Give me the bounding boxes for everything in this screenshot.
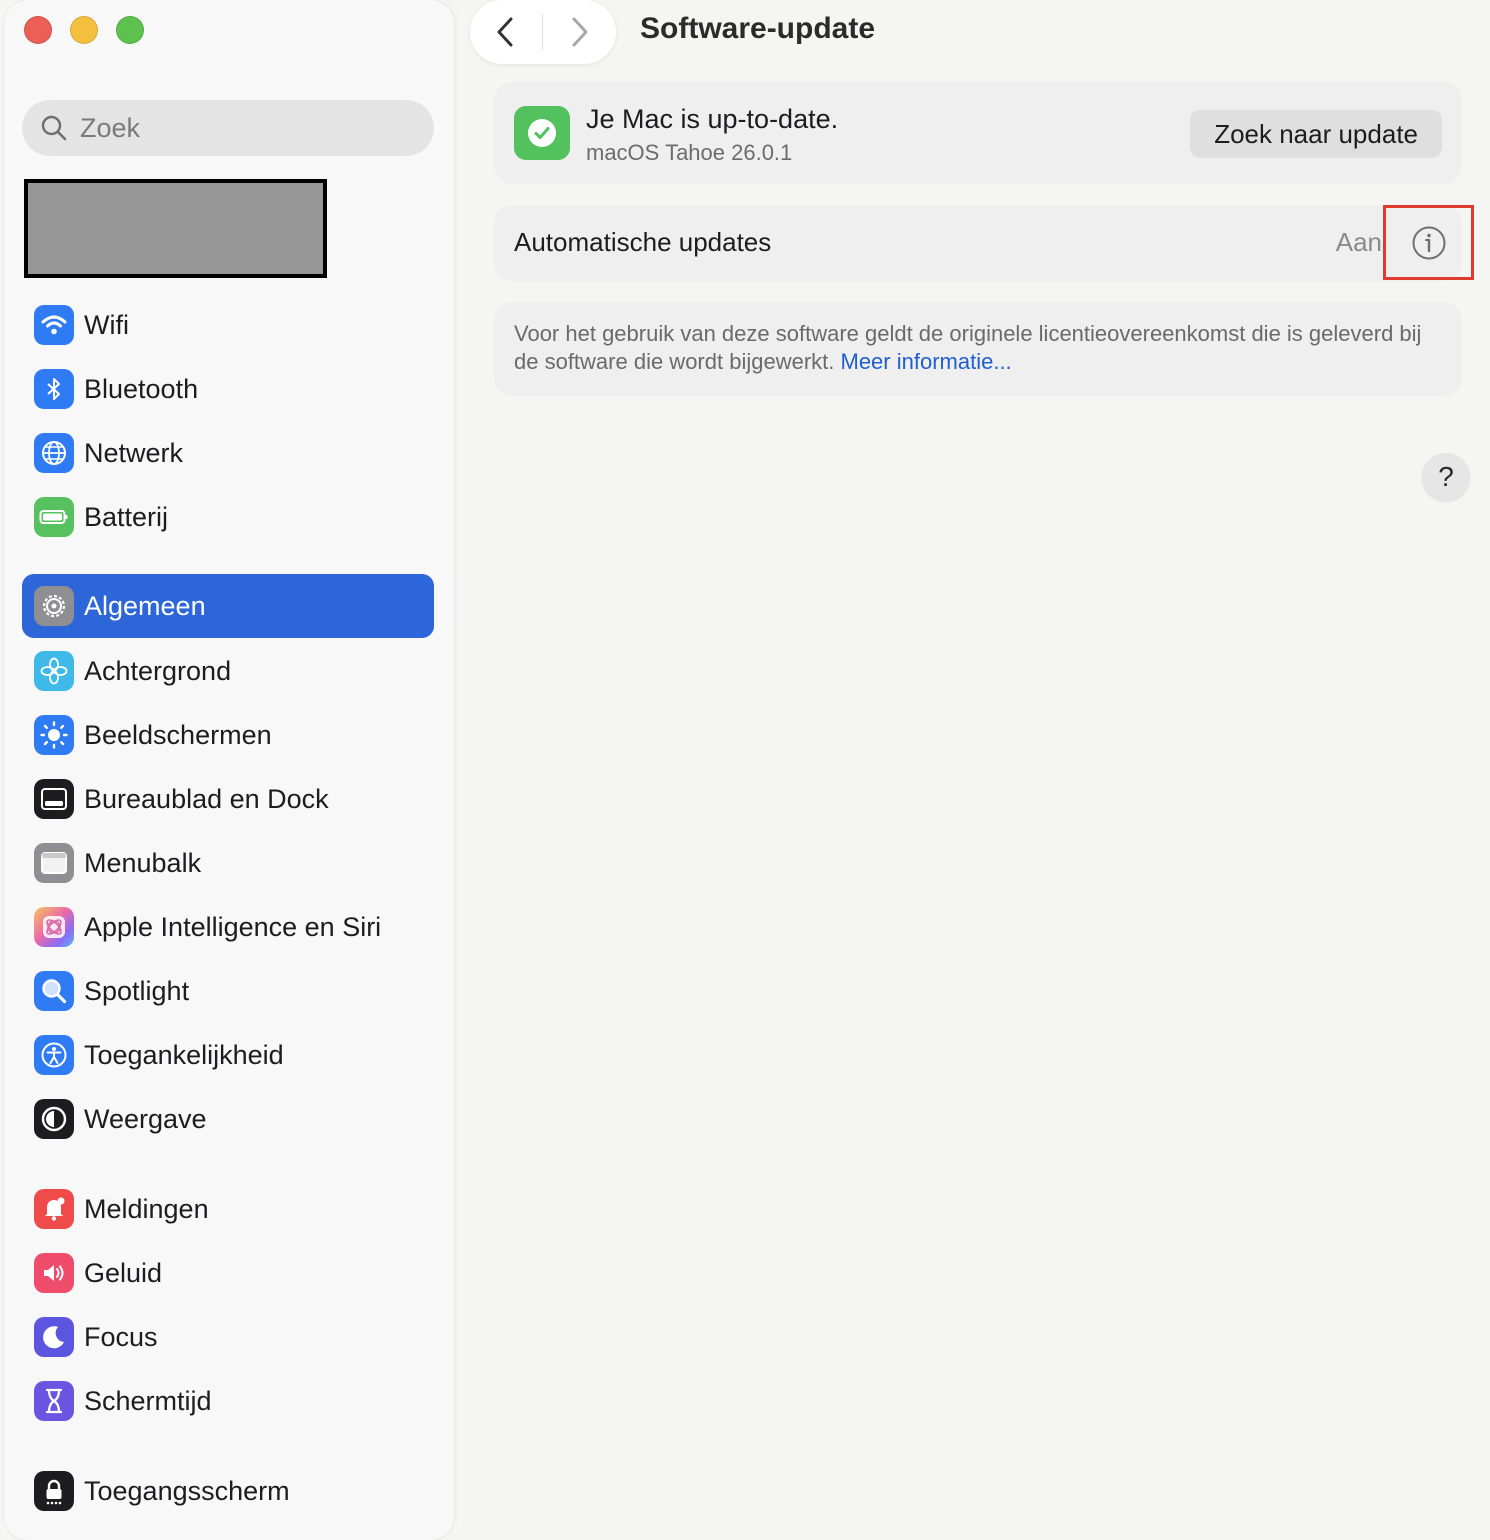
sidebar-item-label: Geluid <box>84 1258 162 1289</box>
bell-icon <box>34 1189 74 1229</box>
sidebar-item-label: Batterij <box>84 502 168 533</box>
sidebar: Wifi Bluetooth Netwerk Batterij Algemeen… <box>4 0 454 1540</box>
sidebar-item-label: Achtergrond <box>84 656 231 687</box>
sidebar-item-label: Apple Intelligence en Siri <box>84 912 381 943</box>
search-input[interactable] <box>78 112 402 145</box>
sidebar-item-algemeen[interactable]: Algemeen <box>22 574 434 638</box>
sidebar-item-achtergrond[interactable]: Achtergrond <box>22 639 434 703</box>
traffic-lights <box>24 16 144 44</box>
sidebar-item-apple-intelligence-en-siri[interactable]: Apple Intelligence en Siri <box>22 895 434 959</box>
status-title: Je Mac is up-to-date. <box>586 104 838 135</box>
sidebar-item-bureaublad-en-dock[interactable]: Bureaublad en Dock <box>22 767 434 831</box>
search-icon <box>40 114 68 142</box>
sun-icon <box>34 715 74 755</box>
flower-icon <box>34 651 74 691</box>
sidebar-item-toegankelijkheid[interactable]: Toegankelijkheid <box>22 1023 434 1087</box>
sidebar-item-schermtijd[interactable]: Schermtijd <box>22 1369 434 1433</box>
update-status-card: Je Mac is up-to-date. macOS Tahoe 26.0.1… <box>494 82 1462 184</box>
gear-icon <box>34 586 74 626</box>
automatic-updates-label: Automatische updates <box>514 227 771 258</box>
sidebar-item-label: Schermtijd <box>84 1386 212 1417</box>
hourglass-icon <box>34 1381 74 1421</box>
sidebar-item-label: Meldingen <box>84 1194 209 1225</box>
sidebar-item-label: Bluetooth <box>84 374 198 405</box>
automatic-updates-row: Automatische updates Aan <box>494 205 1462 281</box>
sidebar-item-spotlight[interactable]: Spotlight <box>22 959 434 1023</box>
sidebar-item-batterij[interactable]: Batterij <box>22 485 434 549</box>
automatic-updates-info-button[interactable] <box>1383 205 1474 280</box>
moon-icon <box>34 1317 74 1357</box>
zoom-window-button[interactable] <box>116 16 144 44</box>
search-field[interactable] <box>22 100 434 156</box>
wifi-icon <box>34 305 74 345</box>
sidebar-item-label: Wifi <box>84 310 129 341</box>
accessibility-icon <box>34 1035 74 1075</box>
forward-button[interactable] <box>543 0 615 64</box>
sidebar-item-label: Algemeen <box>84 591 206 622</box>
chevron-right-icon <box>567 15 591 49</box>
more-info-link[interactable]: Meer informatie... <box>841 349 1012 374</box>
menubar-icon <box>34 843 74 883</box>
license-text-block: Voor het gebruik van deze software geldt… <box>514 320 1424 376</box>
sidebar-item-bluetooth[interactable]: Bluetooth <box>22 357 434 421</box>
info-icon <box>1411 225 1447 261</box>
sidebar-item-weergave[interactable]: Weergave <box>22 1087 434 1151</box>
sidebar-item-label: Focus <box>84 1322 158 1353</box>
back-button[interactable] <box>470 0 542 64</box>
sidebar-item-geluid[interactable]: Geluid <box>22 1241 434 1305</box>
sidebar-item-label: Weergave <box>84 1104 207 1135</box>
help-button[interactable]: ? <box>1422 453 1470 501</box>
account-redacted[interactable] <box>24 179 327 278</box>
history-nav <box>470 0 616 64</box>
speaker-icon <box>34 1253 74 1293</box>
os-version: macOS Tahoe 26.0.1 <box>586 140 792 166</box>
automatic-updates-value: Aan <box>1336 227 1382 258</box>
sidebar-item-focus[interactable]: Focus <box>22 1305 434 1369</box>
sidebar-item-netwerk[interactable]: Netwerk <box>22 421 434 485</box>
checkmark-icon <box>514 106 570 160</box>
sidebar-item-toegangsscherm[interactable]: Toegangsscherm <box>22 1459 434 1523</box>
sidebar-item-label: Bureaublad en Dock <box>84 784 329 815</box>
magnifier-icon <box>34 971 74 1011</box>
check-for-updates-button[interactable]: Zoek naar update <box>1190 110 1442 158</box>
apple-intelligence-icon <box>34 907 74 947</box>
globe-icon <box>34 433 74 473</box>
close-window-button[interactable] <box>24 16 52 44</box>
battery-icon <box>34 497 74 537</box>
sidebar-item-wifi[interactable]: Wifi <box>22 293 434 357</box>
sidebar-item-label: Toegangsscherm <box>84 1476 290 1507</box>
sidebar-item-label: Beeldschermen <box>84 720 272 751</box>
chevron-left-icon <box>494 15 518 49</box>
sidebar-item-label: Menubalk <box>84 848 201 879</box>
bluetooth-icon <box>34 369 74 409</box>
lock-icon <box>34 1471 74 1511</box>
sidebar-item-beeldschermen[interactable]: Beeldschermen <box>22 703 434 767</box>
minimize-window-button[interactable] <box>70 16 98 44</box>
license-notice: Voor het gebruik van deze software geldt… <box>494 302 1462 396</box>
sidebar-item-label: Netwerk <box>84 438 183 469</box>
sidebar-item-meldingen[interactable]: Meldingen <box>22 1177 434 1241</box>
page-title: Software-update <box>640 12 875 46</box>
appearance-icon <box>34 1099 74 1139</box>
sidebar-item-label: Spotlight <box>84 976 189 1007</box>
dock-icon <box>34 779 74 819</box>
sidebar-item-menubalk[interactable]: Menubalk <box>22 831 434 895</box>
sidebar-item-label: Toegankelijkheid <box>84 1040 284 1071</box>
